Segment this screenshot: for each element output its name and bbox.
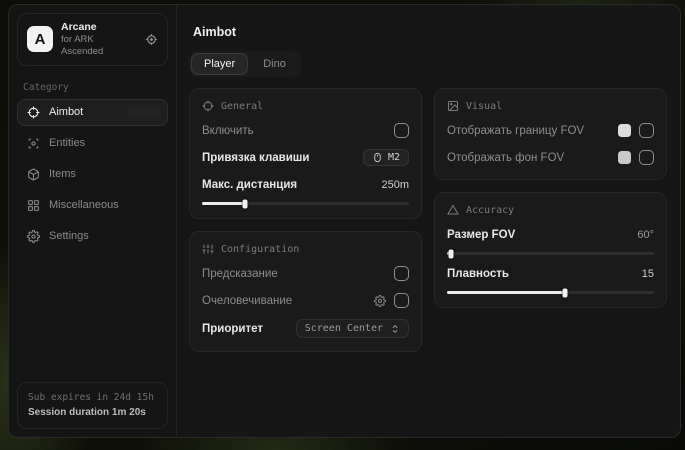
prediction-label: Предсказание	[202, 268, 278, 280]
category-label: Category	[9, 74, 176, 99]
visual-card: Visual Отображать границу FOV Отображать…	[434, 88, 667, 180]
brand-title: Arcane	[61, 21, 137, 34]
cheat-menu-window: A Arcane for ARK Ascended Category	[8, 4, 681, 438]
fov-bg-label: Отображать фон FOV	[447, 152, 564, 164]
subscription-status-card: Sub expires in 24d 15h Session duration …	[17, 382, 168, 429]
sidebar-nav: Aimbot ||||||| Entities	[9, 99, 176, 250]
max-distance-slider[interactable]	[202, 202, 409, 205]
scan-icon	[27, 137, 40, 150]
brand-card: A Arcane for ARK Ascended	[17, 13, 168, 66]
crosshair-icon	[27, 106, 40, 119]
accuracy-card: Accuracy Размер FOV 60° Плавность 15	[434, 192, 667, 308]
sidebar-item-label: Aimbot	[49, 106, 83, 118]
humanize-checkbox[interactable]	[394, 293, 409, 308]
enable-checkbox[interactable]	[394, 123, 409, 138]
chevrons-up-down-icon	[390, 324, 400, 334]
grid-icon	[27, 199, 40, 212]
max-distance-value: 250m	[381, 179, 409, 191]
package-icon	[27, 168, 40, 181]
fov-bg-checkbox[interactable]	[639, 150, 654, 165]
slider-thumb[interactable]	[243, 199, 248, 208]
max-distance-label: Макс. дистанция	[202, 179, 297, 191]
priority-label: Приоритет	[202, 323, 263, 335]
humanize-label: Очеловечивание	[202, 295, 292, 307]
fov-border-label: Отображать границу FOV	[447, 125, 584, 137]
card-title: General	[221, 101, 263, 112]
smoothness-value: 15	[642, 268, 654, 280]
priority-value: Screen Center	[305, 323, 383, 334]
sidebar-item-aimbot[interactable]: Aimbot |||||||	[17, 99, 168, 126]
smoothness-label: Плавность	[447, 268, 509, 280]
gear-icon	[27, 230, 40, 243]
enable-label: Включить	[202, 125, 254, 137]
card-title: Accuracy	[466, 205, 514, 216]
sidebar-item-entities[interactable]: Entities	[17, 130, 168, 157]
priority-select[interactable]: Screen Center	[296, 319, 409, 338]
configuration-card: Configuration Предсказание Очеловечивани…	[189, 231, 422, 352]
sidebar-item-label: Miscellaneous	[49, 199, 119, 211]
sliders-icon	[202, 243, 214, 255]
general-card: General Включить Привязка клавиши	[189, 88, 422, 219]
slider-thumb[interactable]	[562, 288, 567, 297]
watermark: |||||||	[129, 104, 161, 119]
slider-thumb[interactable]	[449, 249, 454, 258]
smoothness-slider[interactable]	[447, 291, 654, 294]
sidebar-item-items[interactable]: Items	[17, 161, 168, 188]
tab-bar: Player Dino	[189, 51, 301, 77]
image-icon	[447, 100, 459, 112]
main-panel: Aimbot Player Dino	[177, 5, 681, 437]
sidebar-item-label: Entities	[49, 137, 85, 149]
fov-size-value: 60°	[637, 229, 654, 241]
mouse-icon	[372, 152, 383, 163]
keybind-value: M2	[388, 152, 400, 163]
brand-logo: A	[27, 26, 53, 52]
sidebar: A Arcane for ARK Ascended Category	[9, 5, 177, 437]
fov-bg-color-swatch[interactable]	[618, 151, 631, 164]
prediction-checkbox[interactable]	[394, 266, 409, 281]
brand-subtitle: for ARK Ascended	[61, 34, 137, 58]
sidebar-item-settings[interactable]: Settings	[17, 223, 168, 250]
triangle-icon	[447, 204, 459, 216]
session-duration-text: Session duration 1m 20s	[28, 405, 157, 420]
sidebar-item-miscellaneous[interactable]: Miscellaneous	[17, 192, 168, 219]
tab-player[interactable]: Player	[191, 53, 248, 75]
fov-border-color-swatch[interactable]	[618, 124, 631, 137]
crosshair-icon	[202, 100, 214, 112]
card-title: Visual	[466, 101, 502, 112]
tab-dino[interactable]: Dino	[250, 53, 299, 75]
keybind-label: Привязка клавиши	[202, 152, 309, 164]
fov-size-label: Размер FOV	[447, 229, 515, 241]
sidebar-item-label: Settings	[49, 230, 89, 242]
keybind-button[interactable]: M2	[363, 149, 409, 166]
page-title: Aimbot	[193, 25, 667, 39]
card-title: Configuration	[221, 244, 299, 255]
fov-size-slider[interactable]	[447, 252, 654, 255]
sub-expires-text: Sub expires in 24d 15h	[28, 391, 157, 405]
target-icon[interactable]	[145, 33, 158, 46]
gear-icon[interactable]	[374, 295, 386, 307]
fov-border-checkbox[interactable]	[639, 123, 654, 138]
sidebar-item-label: Items	[49, 168, 76, 180]
